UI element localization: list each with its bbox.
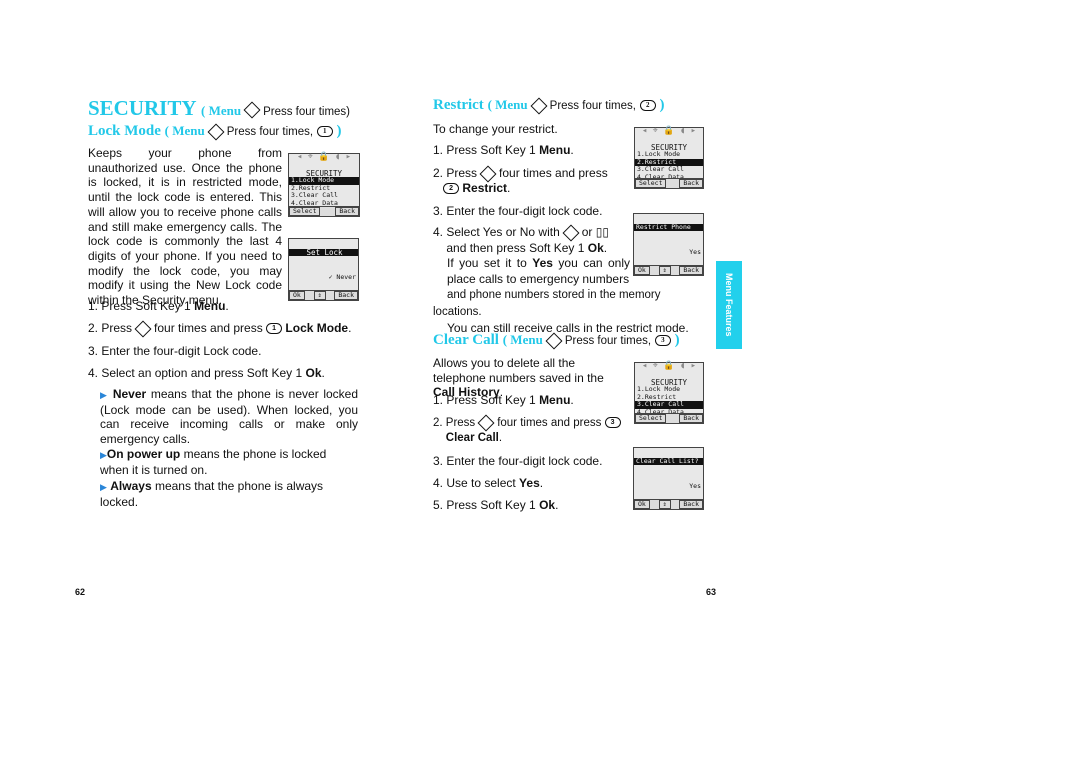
softkey-select: Select <box>289 206 321 216</box>
key-1-icon: 1 <box>266 323 283 335</box>
volume-keys-icon: ▯▯ <box>595 225 609 239</box>
step-3: 3. Enter the four-digit Lock code. <box>88 344 262 358</box>
manual-spread: SECURITY ( Menu Press four times) Lock Mo… <box>0 0 1080 763</box>
nav-key-icon <box>207 123 225 141</box>
lock-mode-heading: Lock Mode ( Menu Press four times, 1 ) <box>88 123 342 141</box>
softkey-select: Select <box>635 178 667 188</box>
lock-mode-description: Keeps your phone from unauthorized use. … <box>88 146 282 308</box>
softkey-back: Back <box>679 413 703 423</box>
key-3-icon: 3 <box>654 335 671 347</box>
restrict-step-2: 2. Press four times and press 2 Restrict. <box>433 165 608 195</box>
clear-call-list-screen: Clear Call List? Yes Ok ⇕ Back <box>633 447 704 510</box>
softkey-back: Back <box>335 206 359 216</box>
restrict-step-1: 1. Press Soft Key 1 Menu. <box>433 143 574 157</box>
key-3-icon: 3 <box>604 417 621 429</box>
screen-title: Clear Call List? <box>634 457 703 466</box>
screen-title: Set Lock <box>289 249 358 256</box>
status-icons: ◂ ⌖ 🔒 ◖ ▸ <box>641 361 697 371</box>
clear-step-1: 1. Press Soft Key 1 Menu. <box>433 393 574 407</box>
restrict-step-3: 3. Enter the four-digit lock code. <box>433 204 603 218</box>
softkey-back: Back <box>679 178 703 188</box>
softkey-back: Back <box>334 290 358 300</box>
set-lock-screen: Set Lock ✓ Never Ok ⇕ Back <box>288 238 359 301</box>
restrict-heading: Restrict ( Menu Press four times, 2 ) <box>433 97 665 115</box>
nav-key-icon <box>530 97 548 115</box>
step-4: 4. Select an option and press Soft Key 1… <box>88 366 325 380</box>
softkey-back: Back <box>679 499 703 509</box>
clear-step-3: 3. Enter the four-digit lock code. <box>433 454 603 468</box>
nav-up-down-icon <box>562 224 580 242</box>
security-menu-screen-restrict: ◂ ⌖ 🔒 ◖ ▸ SECURITY 1.Lock Mode 2.Restric… <box>634 127 704 189</box>
clear-step-4: 4. Use to select Yes. <box>433 476 544 490</box>
page-number-right: 63 <box>706 587 717 597</box>
status-icons: ◂ ⌖ 🔒 ◖ ▸ <box>296 152 352 162</box>
softkey-ok: Ok <box>634 499 650 509</box>
bullet-icon: ▶ <box>100 482 107 492</box>
softkey-select: Select <box>635 413 667 423</box>
option-value: ✓ Never <box>328 273 356 282</box>
key-2-icon: 2 <box>443 183 460 195</box>
option-on-power-up: ▶On power up means the phone is locked w… <box>100 447 327 477</box>
restrict-phone-screen: Restrict Phone Yes Ok ⇕ Back <box>633 213 704 276</box>
restrict-intro: To change your restrict. <box>433 122 558 136</box>
clear-step-5: 5. Press Soft Key 1 Ok. <box>433 498 559 512</box>
step-1: 1. Press Soft Key 1 Menu. <box>88 299 229 313</box>
clear-step-2: 2. Press four times and press 3 Clear Cal… <box>433 414 629 445</box>
menu-features-tab: Menu Features <box>716 261 742 349</box>
nav-key-icon <box>477 414 495 432</box>
clear-call-heading: Clear Call ( Menu Press four times, 3 ) <box>433 332 680 350</box>
page-number-left: 62 <box>75 587 86 597</box>
security-menu-screen: ◂ ⌖ 🔒 ◖ ▸ SECURITY 1.Lock Mode 2.Restric… <box>288 153 360 217</box>
softkey-ok: Ok <box>634 265 650 275</box>
key-2-icon: 2 <box>639 100 656 112</box>
bullet-icon: ▶ <box>100 450 107 460</box>
option-always: ▶ Always means that the phone is always … <box>100 479 324 509</box>
option-never: ▶ Never means that the phone is never lo… <box>100 387 359 447</box>
step-2: 2. Press four times and press 1 Lock Mode… <box>88 320 351 338</box>
status-icons: ◂ ⌖ 🔒 ◖ ▸ <box>641 126 697 136</box>
nav-key-icon <box>545 332 563 350</box>
option-value: Yes <box>689 482 701 491</box>
security-heading: SECURITY ( Menu Press four times) <box>88 96 351 120</box>
nav-key-icon <box>134 320 152 338</box>
nav-key-icon <box>243 101 261 119</box>
key-1-icon: 1 <box>316 126 333 138</box>
softkey-back: Back <box>679 265 703 275</box>
security-menu-screen-clear: ◂ ⌖ 🔒 ◖ ▸ SECURITY 1.Lock Mode 2.Restric… <box>634 362 704 424</box>
softkey-ok: Ok <box>289 290 305 300</box>
bullet-icon: ▶ <box>100 390 109 400</box>
option-value: Yes <box>689 248 701 257</box>
screen-title: Restrict Phone <box>634 223 703 232</box>
